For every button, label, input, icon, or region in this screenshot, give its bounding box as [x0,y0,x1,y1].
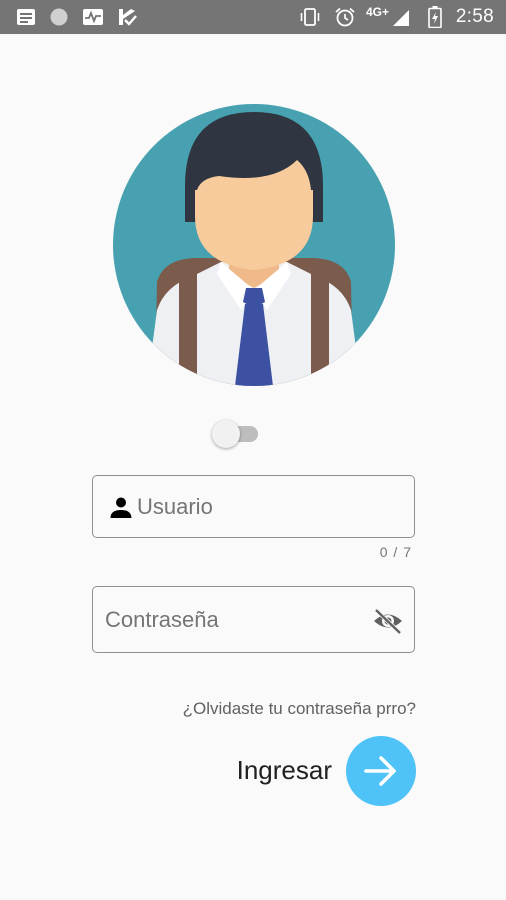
signal-icon [393,10,409,26]
activity-icon [83,9,103,25]
username-char-counter: 0 / 7 [379,544,412,560]
arrow-right-icon [364,756,396,786]
username-field[interactable] [92,475,415,538]
clock: 2:58 [455,6,494,27]
password-field[interactable] [92,586,415,653]
check-flag-icon [119,9,137,26]
alarm-icon [335,7,355,27]
forgot-password-link[interactable]: ¿Olvidaste tu contraseña prro? [140,699,416,719]
visibility-off-icon[interactable] [372,607,404,635]
circle-icon [50,8,68,26]
student-avatar-icon [113,104,395,386]
toggle-switch[interactable] [212,420,260,448]
vibrate-icon [300,8,320,26]
login-button[interactable] [346,736,416,806]
username-input[interactable] [137,476,402,537]
password-input[interactable] [105,587,365,652]
toggle-thumb [212,420,240,448]
status-bar: 4G+ 2:58 [0,0,506,34]
login-label: Ingresar [236,755,332,785]
network-type: 4G+ [366,5,390,19]
person-icon [110,497,132,518]
battery-icon [428,6,442,28]
notification-icon [17,9,35,25]
